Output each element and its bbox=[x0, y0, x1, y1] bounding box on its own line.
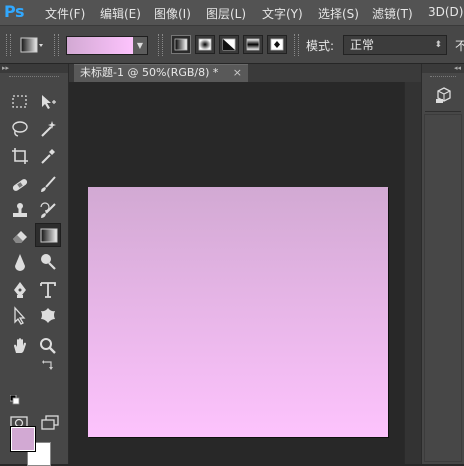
custom-shape-icon bbox=[41, 308, 55, 323]
tools-panel-grip[interactable] bbox=[9, 76, 59, 79]
panel-well bbox=[424, 114, 462, 462]
gradient-editor-swatch[interactable] bbox=[66, 36, 134, 55]
menu-select[interactable]: 选择(S) bbox=[318, 5, 359, 22]
tools-panel-collapse[interactable]: ▸▸ bbox=[0, 64, 68, 73]
3d-cube-icon bbox=[436, 87, 451, 103]
foreground-color-swatch[interactable] bbox=[10, 426, 36, 452]
clone-stamp-tool[interactable] bbox=[7, 199, 33, 223]
right-panel-dock: ◂◂ bbox=[421, 64, 464, 464]
move-arrow-icon bbox=[42, 95, 56, 109]
reflected-gradient-button[interactable] bbox=[243, 35, 263, 54]
history-brush-icon bbox=[40, 202, 56, 218]
options-separator bbox=[158, 34, 163, 56]
zoom-tool[interactable] bbox=[35, 334, 61, 358]
panel-dock-grip[interactable] bbox=[430, 76, 456, 79]
panel-divider bbox=[425, 111, 461, 112]
crop-icon bbox=[12, 148, 28, 164]
brush-tool[interactable] bbox=[35, 173, 61, 197]
hand-tool[interactable] bbox=[7, 334, 33, 358]
eraser-tool[interactable] bbox=[7, 224, 33, 248]
screen-mode-button[interactable] bbox=[37, 412, 63, 436]
document-canvas[interactable] bbox=[88, 187, 388, 437]
menu-3d[interactable]: 3D(D) bbox=[428, 5, 463, 19]
crop-tool[interactable] bbox=[7, 144, 33, 168]
options-bar-grip[interactable] bbox=[6, 34, 11, 56]
dodge-icon bbox=[41, 254, 56, 270]
lasso-icon bbox=[12, 121, 28, 137]
default-colors-icon[interactable] bbox=[9, 394, 20, 405]
3d-panel-button[interactable] bbox=[434, 86, 454, 104]
linear-gradient-button[interactable] bbox=[171, 35, 191, 54]
lasso-tool[interactable] bbox=[7, 117, 33, 141]
mode-select[interactable]: 正常 ⬍ bbox=[343, 35, 447, 55]
angle-gradient-button[interactable] bbox=[219, 35, 239, 54]
document-tab[interactable]: 未标题-1 @ 50%(RGB/8) * × bbox=[74, 64, 248, 82]
select-arrows-icon: ⬍ bbox=[434, 40, 442, 50]
eraser-icon bbox=[13, 231, 27, 243]
mode-label: 模式: bbox=[306, 39, 335, 53]
eyedropper-tool[interactable] bbox=[35, 144, 61, 168]
rectangular-marquee-icon bbox=[12, 95, 27, 108]
type-t-icon bbox=[40, 282, 56, 298]
tool-preset-picker[interactable] bbox=[18, 34, 44, 56]
gradient-tool-icon bbox=[40, 228, 58, 243]
photoshop-logo: Ps bbox=[4, 2, 24, 21]
pen-icon bbox=[14, 282, 26, 298]
panel-dock-collapse[interactable]: ◂◂ bbox=[422, 64, 464, 73]
hand-icon bbox=[14, 338, 26, 353]
reflected-gradient-icon bbox=[246, 38, 260, 51]
opacity-label-truncated: 不 bbox=[455, 39, 464, 53]
close-icon[interactable]: × bbox=[233, 65, 242, 81]
options-separator bbox=[54, 34, 59, 56]
history-brush-tool[interactable] bbox=[35, 199, 61, 223]
menu-type[interactable]: 文字(Y) bbox=[262, 5, 303, 22]
gradient-tool[interactable] bbox=[35, 223, 61, 247]
healing-brush-tool[interactable] bbox=[7, 173, 33, 197]
dodge-tool[interactable] bbox=[35, 250, 61, 274]
magic-wand-tool[interactable] bbox=[35, 117, 61, 141]
radial-gradient-button[interactable] bbox=[195, 35, 215, 54]
magic-wand-icon bbox=[41, 121, 56, 137]
menu-image[interactable]: 图像(I) bbox=[154, 5, 191, 22]
menu-filter[interactable]: 滤镜(T) bbox=[372, 5, 413, 22]
options-bar: ▼ 模式: 正常 ⬍ 不 bbox=[0, 25, 464, 64]
swap-colors-icon[interactable] bbox=[41, 359, 55, 373]
document-tab-title: 未标题-1 @ 50%(RGB/8) * bbox=[80, 66, 219, 79]
menu-file[interactable]: 文件(F) bbox=[45, 5, 85, 22]
document-tab-bar: 未标题-1 @ 50%(RGB/8) * × bbox=[69, 64, 421, 82]
diamond-gradient-icon bbox=[270, 38, 284, 51]
tools-panel: ▸▸ bbox=[0, 64, 69, 466]
menu-edit[interactable]: 编辑(E) bbox=[100, 5, 141, 22]
vertical-scrollbar[interactable] bbox=[404, 82, 421, 464]
custom-shape-tool[interactable] bbox=[35, 304, 61, 328]
marquee-tool[interactable] bbox=[7, 90, 33, 114]
gradient-preset-icon bbox=[20, 37, 43, 53]
eyedropper-icon bbox=[41, 149, 55, 164]
type-tool[interactable] bbox=[35, 278, 61, 302]
path-selection-tool[interactable] bbox=[7, 304, 33, 328]
screen-mode-icon bbox=[41, 415, 59, 430]
bandage-icon bbox=[12, 179, 28, 191]
move-tool[interactable] bbox=[35, 90, 61, 114]
menu-layer[interactable]: 图层(L) bbox=[206, 5, 246, 22]
blur-drop-icon bbox=[15, 254, 25, 271]
pen-tool[interactable] bbox=[7, 278, 33, 302]
radial-gradient-icon bbox=[198, 38, 212, 51]
mode-value: 正常 bbox=[350, 38, 375, 52]
blur-tool[interactable] bbox=[7, 250, 33, 274]
stamp-icon bbox=[13, 203, 27, 217]
gradient-picker-dropdown[interactable]: ▼ bbox=[133, 36, 148, 55]
path-select-arrow-icon bbox=[14, 306, 26, 325]
diamond-gradient-button[interactable] bbox=[267, 35, 287, 54]
magnifier-icon bbox=[40, 338, 56, 354]
menu-bar: Ps 文件(F) 编辑(E) 图像(I) 图层(L) 文字(Y) 选择(S) 滤… bbox=[0, 0, 464, 25]
angle-gradient-icon bbox=[222, 38, 236, 51]
linear-gradient-icon bbox=[174, 38, 188, 51]
options-separator bbox=[294, 34, 299, 56]
brush-icon bbox=[41, 176, 56, 192]
